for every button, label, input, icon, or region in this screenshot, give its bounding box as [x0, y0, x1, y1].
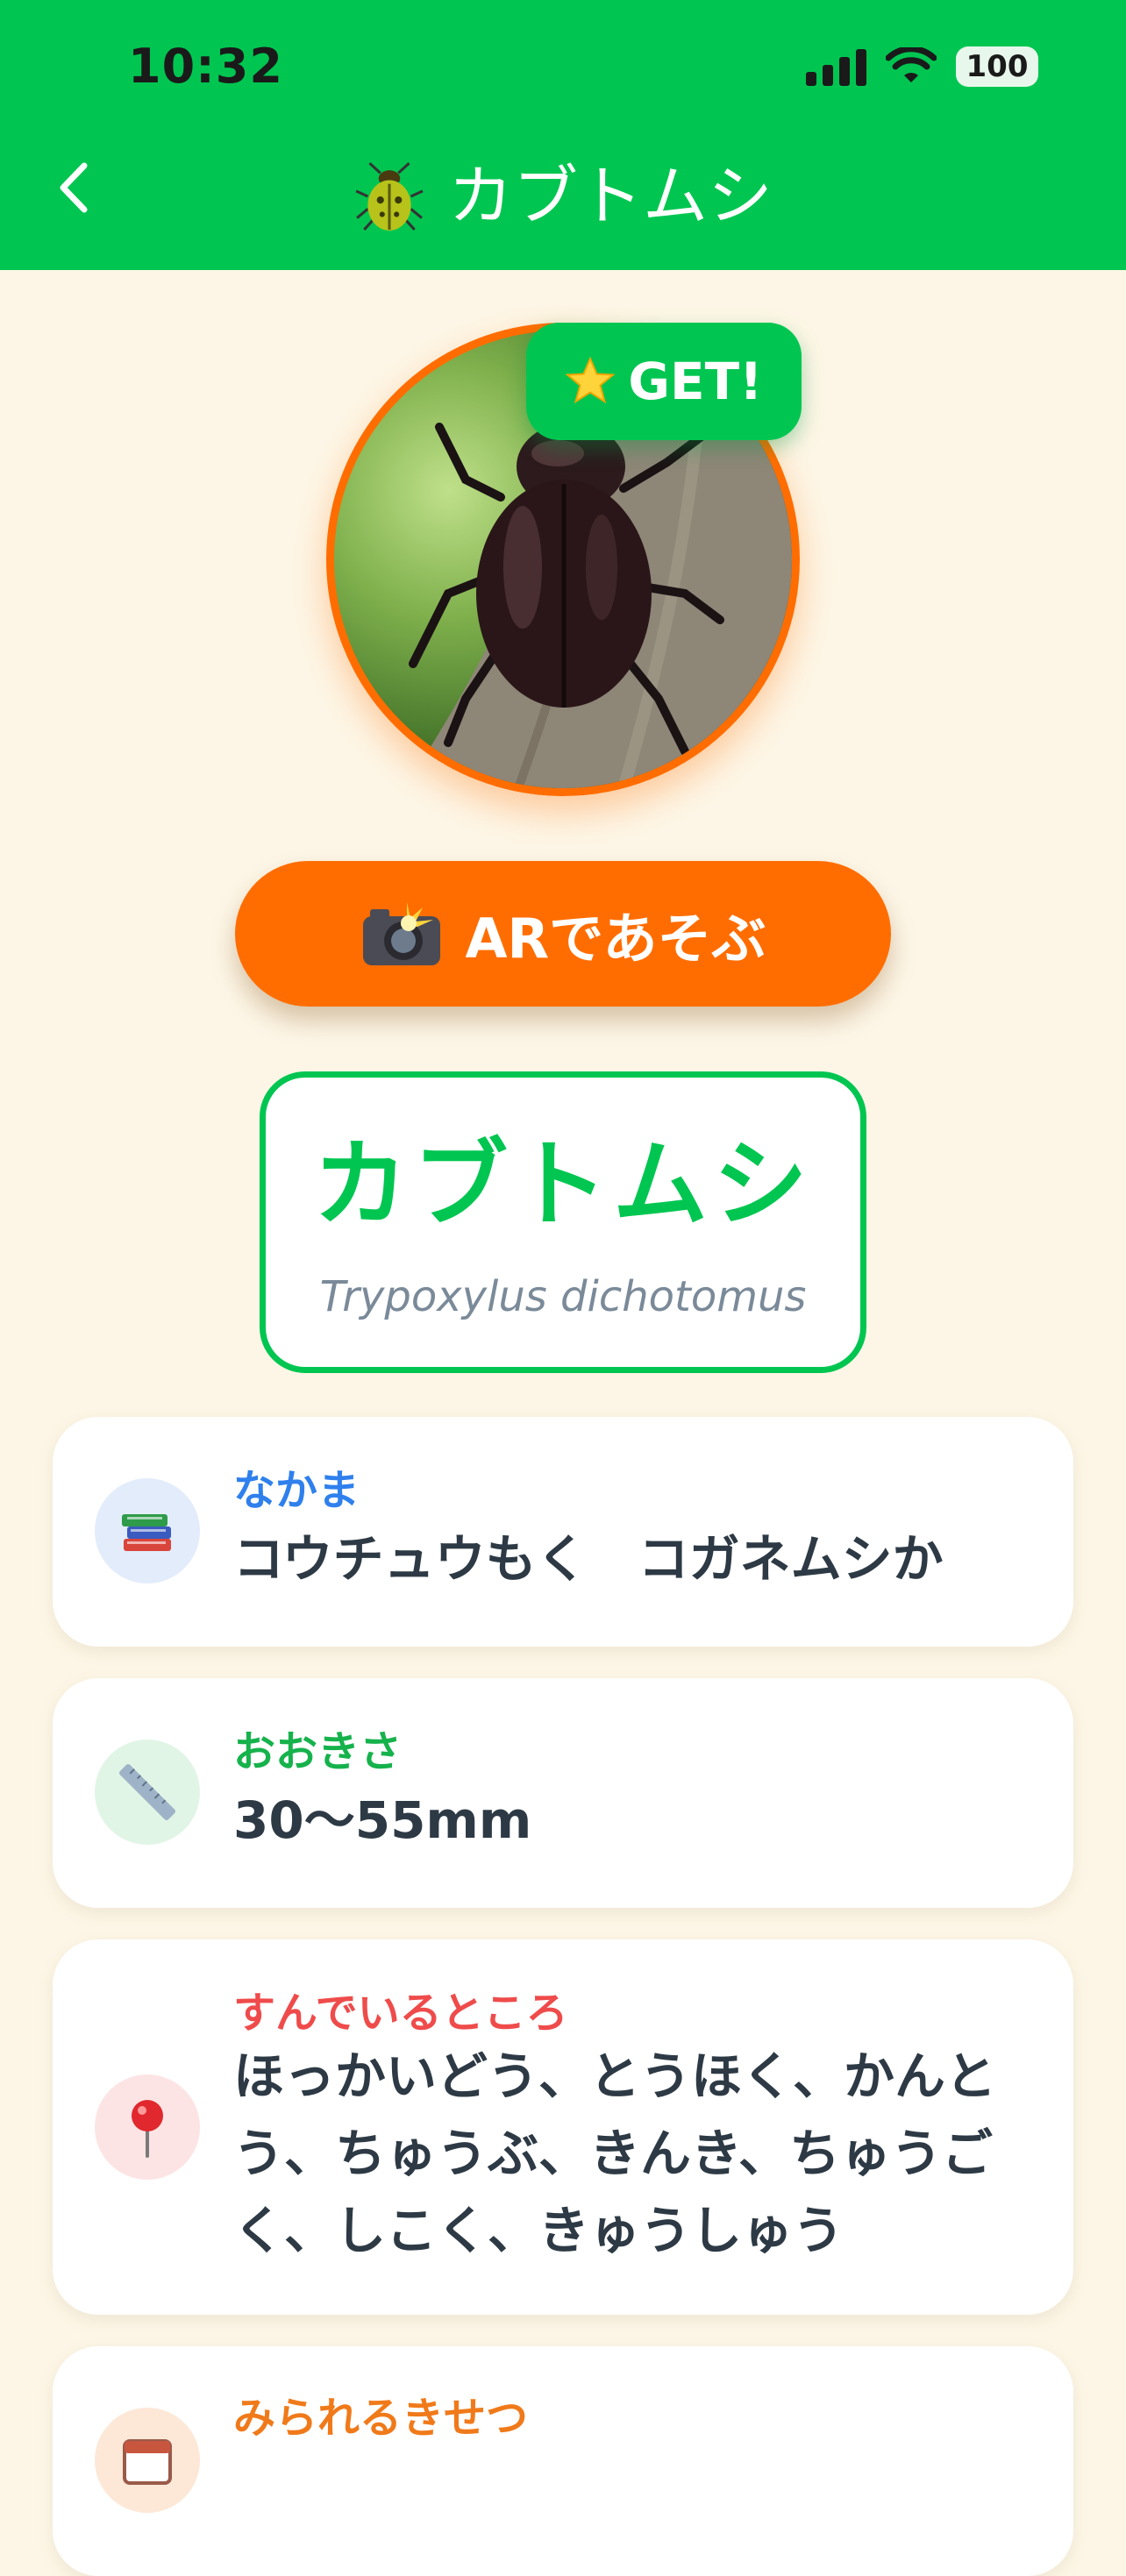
books-icon — [122, 1514, 171, 1551]
info-card-value: ほっかいどう、とうほく、かんとう、ちゅうぶ、きんき、ちゅうごく、しこく、きゅうし… — [233, 2046, 997, 2260]
info-card-habitat: すんでいるところ ほっかいどう、とうほく、かんとう、ちゅうぶ、きんき、ちゅうごく… — [53, 1939, 1073, 2315]
status-time: 10:32 — [128, 39, 283, 94]
info-card-icon-bg — [95, 2074, 200, 2180]
info-card-icon-bg — [95, 1740, 200, 1845]
info-card-label: すんでいるところ — [233, 1989, 568, 2038]
header-bar: 10:32 100 カブトムシ — [0, 0, 1126, 270]
star-icon — [565, 356, 616, 404]
info-card-label: なかま — [233, 1466, 360, 1515]
info-card-season: みられるきせつ — [53, 2346, 1073, 2576]
insect-name: カブトムシ — [312, 1130, 813, 1240]
info-card-value: コウチュウもく コガネムシか — [233, 1529, 944, 1589]
camera-flash-icon — [363, 902, 441, 965]
pushpin-icon — [132, 2100, 163, 2158]
status-icons: 100 — [806, 44, 1038, 89]
page-title-text: カブトムシ — [448, 159, 773, 234]
beetle-icon — [355, 161, 424, 231]
calendar-icon — [123, 2439, 172, 2485]
get-badge: GET! — [526, 323, 802, 440]
info-card-family: なかま コウチュウもく コガネムシか — [53, 1417, 1073, 1647]
scientific-name: Trypoxylus dichotomus — [319, 1272, 807, 1321]
name-card: カブトムシ Trypoxylus dichotomus — [260, 1071, 866, 1373]
info-card-icon-bg — [95, 1478, 200, 1583]
ar-play-button-label: ARであそぶ — [465, 907, 766, 971]
wifi-icon — [886, 47, 937, 86]
info-card-label: みられるきせつ — [233, 2394, 529, 2443]
get-badge-label: GET! — [628, 352, 763, 411]
info-card-size: おおきさ 30〜55mm — [53, 1678, 1073, 1908]
ar-play-button[interactable]: ARであそぶ — [235, 861, 891, 1007]
ruler-icon — [119, 1764, 175, 1820]
page-title: カブトムシ — [0, 154, 1126, 238]
info-card-icon-bg — [95, 2408, 200, 2513]
info-card-label: おおきさ — [233, 1727, 403, 1776]
signal-icon — [806, 47, 866, 86]
battery-indicator: 100 — [956, 46, 1038, 87]
info-card-value: 30〜55mm — [233, 1790, 532, 1850]
